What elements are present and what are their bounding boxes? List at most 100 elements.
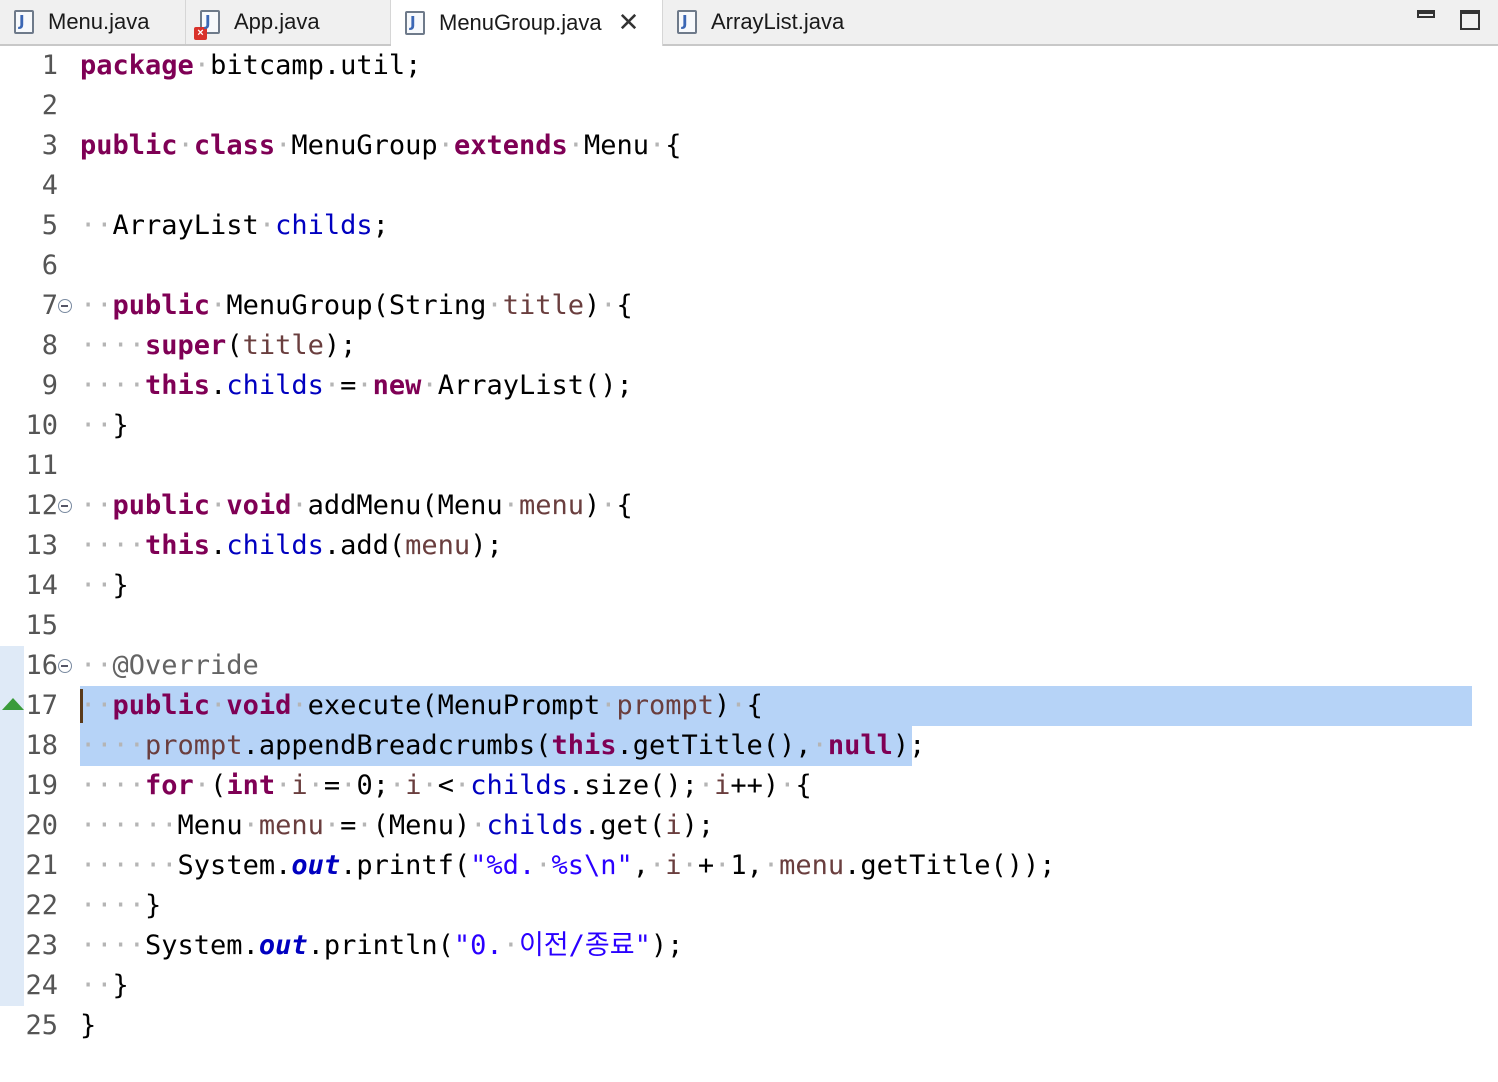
code-line[interactable]: 16 ··@Override (0, 646, 1498, 686)
code-token: i (665, 850, 682, 881)
fold-collapse-icon[interactable] (58, 299, 72, 313)
code-text: ····} (80, 886, 161, 926)
code-token: int (226, 770, 276, 801)
code-line[interactable]: 25} (0, 1006, 1498, 1046)
code-token: execute(MenuPrompt (307, 690, 601, 721)
code-token: "%d. (470, 850, 536, 881)
tab-menugroup-java[interactable]: MenuGroup.java ✕ (391, 0, 663, 46)
code-text: ······Menu·menu·=·(Menu)·childs.get(i); (80, 806, 714, 846)
code-line[interactable]: 5 ··ArrayList·childs; (0, 206, 1498, 246)
tab-app-java[interactable]: × App.java (186, 0, 391, 44)
code-token: · (779, 770, 796, 801)
code-token: ·· (80, 290, 113, 321)
code-text: ··@Override (80, 646, 259, 686)
code-token: · (681, 850, 698, 881)
code-token: ···· (80, 930, 146, 961)
code-token: super (145, 330, 227, 361)
code-token: 이전/종료" (518, 930, 651, 961)
line-number: 9 (41, 370, 58, 401)
code-token: new (372, 370, 422, 401)
code-token: · (193, 50, 211, 81)
code-token: · (291, 690, 308, 721)
fold-collapse-icon[interactable] (58, 659, 72, 673)
maximize-icon[interactable] (1460, 10, 1480, 30)
code-line[interactable]: 18 ····prompt.appendBreadcrumbs(this.getT… (0, 726, 1498, 766)
code-line[interactable]: 2 (0, 86, 1498, 126)
code-token: · (437, 130, 454, 161)
code-token: ·· (80, 970, 113, 1001)
code-token: public (80, 130, 178, 161)
code-token: package (80, 50, 194, 81)
close-icon[interactable]: ✕ (618, 10, 640, 36)
code-token: prompt (616, 690, 715, 721)
code-token: i (291, 770, 308, 801)
code-line[interactable]: 14 ··} (0, 566, 1498, 606)
code-line[interactable]: 1 package·bitcamp.util; (0, 46, 1498, 86)
code-token: bitcamp.util; (210, 50, 422, 81)
code-token: public (112, 690, 211, 721)
tab-menu-java[interactable]: Menu.java (0, 0, 186, 44)
code-token: ······ (80, 850, 178, 881)
tab-arraylist-java[interactable]: ArrayList.java (663, 0, 873, 44)
code-line[interactable]: 17 ··public·void·execute(MenuPrompt·promp… (0, 686, 1498, 726)
code-token: ·· (80, 650, 113, 681)
code-token: · (502, 930, 519, 961)
code-token: menu (258, 810, 324, 841)
code-text: ··} (80, 566, 129, 606)
code-line[interactable]: 13 ····this.childs.add(menu); (0, 526, 1498, 566)
code-line[interactable]: 19 ····for·(int·i·=·0;·i·<·childs.size();… (0, 766, 1498, 806)
code-editor[interactable]: 1 package·bitcamp.util; 2 3 public·class·Men… (0, 46, 1498, 1082)
code-token: .getTitle(), (616, 730, 812, 761)
code-token: MenuGroup(String (226, 290, 487, 321)
code-line[interactable]: 6 (0, 246, 1498, 286)
code-token: { (795, 770, 812, 801)
code-token: 0; (356, 770, 389, 801)
code-token: ); (650, 930, 684, 961)
line-number: 6 (41, 250, 58, 281)
code-token: · (340, 770, 357, 801)
code-line[interactable]: 24 ··} (0, 966, 1498, 1006)
code-token: this (145, 370, 211, 401)
code-token: title (502, 290, 584, 321)
java-file-error-icon: × (194, 10, 220, 40)
code-line[interactable]: 4 (0, 166, 1498, 206)
line-number: 10 (25, 410, 58, 441)
code-text: ····super(title); (80, 326, 356, 366)
code-token: · (258, 210, 276, 241)
code-line[interactable]: 11 (0, 446, 1498, 486)
code-line[interactable]: 21 ······System.out.printf("%d.·%s\n",·i·… (0, 846, 1498, 886)
fold-collapse-icon[interactable] (58, 499, 72, 513)
code-line[interactable]: 9 ····this.childs·=·new·ArrayList(); (0, 366, 1498, 406)
code-line[interactable]: 22 ····} (0, 886, 1498, 926)
code-token: · (649, 130, 666, 161)
code-token: · (275, 130, 292, 161)
code-text: ····this.childs.add(menu); (80, 526, 503, 566)
code-line[interactable]: 3 public·class·MenuGroup·extends·Menu·{ (0, 126, 1498, 166)
code-token: ); (892, 730, 926, 761)
code-token: } (112, 570, 129, 601)
code-token: class (193, 130, 276, 161)
code-token: public (112, 290, 211, 321)
code-line[interactable]: 23 ····System.out.println("0.·이전/종료"); (0, 926, 1498, 966)
code-token: · (502, 490, 519, 521)
code-token: · (388, 770, 406, 801)
code-line[interactable]: 12 ··public·void·addMenu(Menu·menu)·{ (0, 486, 1498, 526)
code-line[interactable]: 20 ······Menu·menu·=·(Menu)·childs.get(i)… (0, 806, 1498, 846)
code-token: { (746, 690, 763, 721)
code-token: , (632, 850, 650, 881)
code-token: < (437, 770, 455, 801)
line-number: 12 (25, 490, 58, 521)
code-token: } (145, 890, 162, 921)
tab-label: App.java (234, 9, 320, 34)
code-token: · (535, 850, 552, 881)
code-line[interactable]: 7 ··public·MenuGroup(String·title)·{ (0, 286, 1498, 326)
code-token: · (323, 810, 341, 841)
code-token: childs (470, 770, 568, 801)
minimize-icon[interactable] (1417, 10, 1435, 18)
code-token: · (811, 730, 828, 761)
code-line[interactable]: 15 (0, 606, 1498, 646)
code-line[interactable]: 10 ··} (0, 406, 1498, 446)
code-line[interactable]: 8 ····super(title); (0, 326, 1498, 366)
line-number: 1 (41, 50, 58, 81)
code-token: ) (714, 690, 731, 721)
